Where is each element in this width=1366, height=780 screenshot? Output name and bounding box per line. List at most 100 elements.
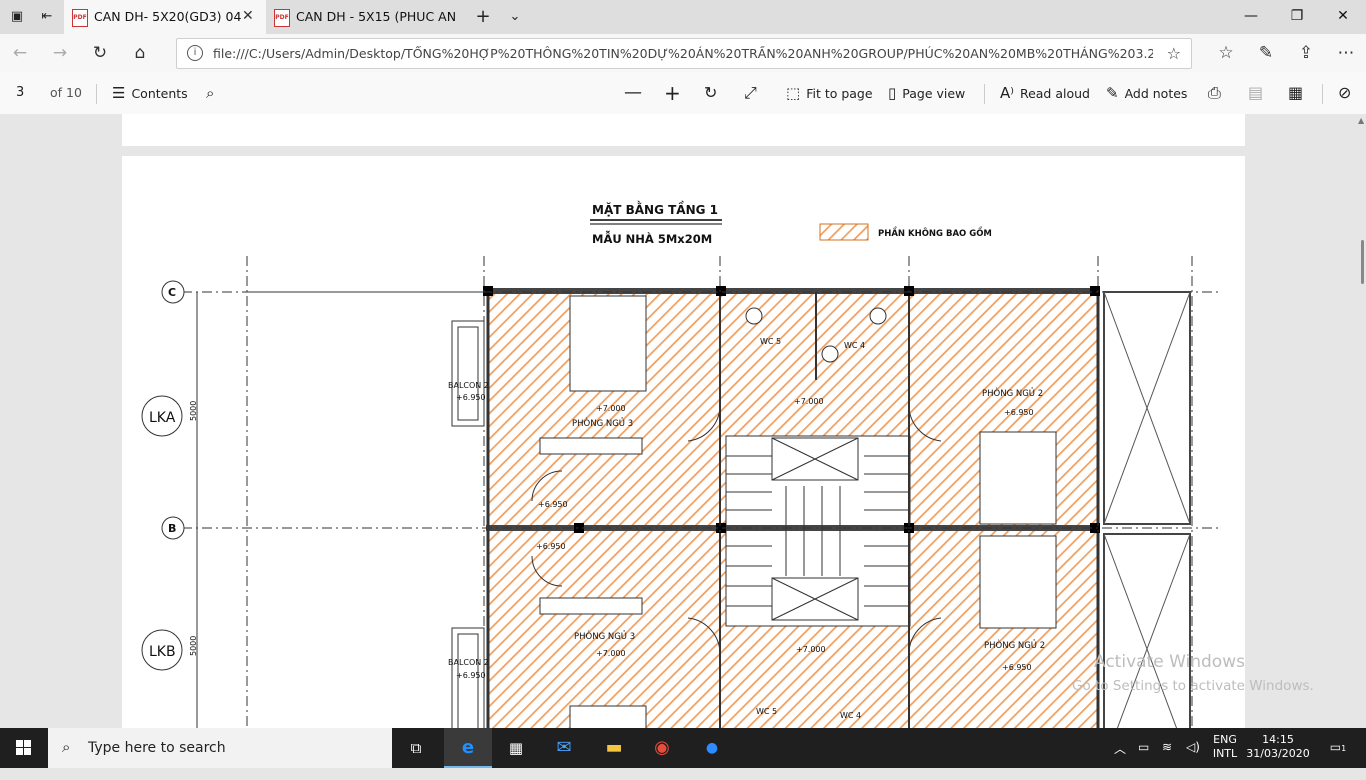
volume-icon[interactable]: ◁) — [1186, 740, 1200, 780]
separator — [984, 84, 985, 104]
notification-icon: ▭ — [1329, 740, 1342, 754]
tray-chevron-icon[interactable]: ︿ — [1114, 740, 1126, 780]
lka-label: LKA — [149, 410, 176, 426]
time-label: 14:15 — [1262, 733, 1294, 746]
drawing-title: MẶT BẰNG TẦNG 1 — [592, 200, 718, 217]
wc4-label-bottom: WC 4 — [840, 711, 861, 720]
contents-label: Contents — [131, 86, 188, 101]
fit-label: Fit to page — [806, 86, 873, 101]
floor-plan-drawing: MẶT BẰNG TẦNG 1 MẪU NHÀ 5Mx20M PHẦN KHÔN… — [141, 200, 1222, 728]
start-button[interactable] — [0, 728, 48, 768]
drawing-subtitle: MẪU NHÀ 5Mx20M — [592, 230, 712, 246]
page-view-label: Page view — [902, 86, 966, 101]
close-window-button[interactable]: ✕ — [1320, 0, 1366, 34]
pen-icon: ✎ — [1106, 84, 1119, 102]
read-aloud-icon: A⁾ — [1000, 84, 1014, 102]
page-view-button[interactable]: ▯ Page view — [888, 80, 965, 106]
address-bar: ← → ↻ ⌂ i file:///C:/Users/Admin/Desktop… — [0, 34, 1366, 72]
axis-c-label: C — [168, 286, 176, 299]
fit-to-page-button[interactable]: ⬚ Fit to page — [786, 80, 873, 106]
add-notes-button[interactable]: ✎ Add notes — [1106, 80, 1187, 106]
read-aloud-button[interactable]: A⁾ Read aloud — [1000, 80, 1090, 106]
contents-button[interactable]: ☰ Contents — [112, 80, 188, 106]
chrome-icon[interactable]: ◉ — [638, 728, 686, 768]
minimize-button[interactable]: — — [1228, 0, 1274, 34]
pin-toolbar-icon[interactable]: ⊘ — [1338, 80, 1351, 106]
close-tab-icon[interactable]: ✕ — [242, 8, 254, 24]
balcony-label-2: BALCON 2 — [448, 658, 489, 667]
dimension-5000-b: 5000 — [189, 636, 198, 656]
level-label-2: +6.950 — [456, 671, 486, 680]
read-aloud-label: Read aloud — [1019, 86, 1090, 101]
level-7000-d: +7.000 — [796, 645, 826, 654]
save-icon[interactable]: ▤ — [1248, 80, 1263, 106]
list-icon: ☰ — [112, 84, 126, 102]
fullscreen-icon[interactable]: ⤢ — [744, 80, 757, 106]
maximize-button[interactable]: ❐ — [1274, 0, 1320, 34]
save-as-icon[interactable]: ▦ — [1288, 80, 1303, 106]
legend-label: PHẦN KHÔNG BAO GỒM — [878, 226, 992, 239]
home-icon[interactable]: ⌂ — [130, 43, 150, 63]
page-icon: ▯ — [888, 84, 897, 102]
edge-icon[interactable]: e — [444, 728, 492, 768]
info-icon[interactable]: i — [187, 45, 203, 61]
balcony-label-1: BALCON 2 — [448, 381, 489, 390]
settings-more-icon[interactable]: ⋯ — [1336, 43, 1356, 63]
level-7000-b: +7.000 — [794, 397, 824, 406]
tab-can-dh-5x20[interactable]: PDF CAN DH- 5X20(GD3) 04 ✕ — [64, 0, 266, 34]
new-tab-icon[interactable]: + — [474, 8, 492, 26]
tab-can-dh-5x15[interactable]: PDF CAN DH - 5X15 (PHUC AN ( — [266, 0, 466, 34]
zoom-in-icon[interactable]: + — [664, 80, 681, 106]
tab-title: CAN DH- 5X20(GD3) 04 — [94, 9, 242, 24]
wc4-label: WC 4 — [844, 341, 865, 350]
favorite-star-icon[interactable]: ☆ — [1167, 44, 1181, 63]
room-label-bedroom-2-bottom: PHÒNG NGỦ 2 — [984, 639, 1045, 651]
separator — [96, 84, 97, 104]
add-notes-label: Add notes — [1124, 86, 1188, 101]
pdf-viewer[interactable]: MẶT BẰNG TẦNG 1 MẪU NHÀ 5Mx20M PHẦN KHÔN… — [0, 114, 1366, 728]
file-explorer-icon[interactable]: ▬ — [590, 728, 638, 768]
search-pdf-icon[interactable]: ⌕ — [206, 80, 220, 106]
taskbar-search-box[interactable]: ⌕ Type here to search — [48, 728, 392, 768]
separator — [1322, 84, 1323, 104]
page-number-input[interactable]: 3 — [6, 80, 40, 106]
language-label: ENG — [1213, 733, 1237, 746]
rotate-icon[interactable]: ↻ — [704, 80, 717, 106]
set-tabs-aside-icon[interactable]: ⇤ — [38, 8, 56, 26]
level-7000-c: +7.000 — [596, 649, 626, 658]
zalo-icon[interactable]: ● — [688, 728, 736, 768]
language-indicator[interactable]: ENG INTL — [1210, 733, 1240, 773]
clock[interactable]: 14:15 31/03/2020 — [1244, 733, 1312, 773]
url-field[interactable]: i file:///C:/Users/Admin/Desktop/TỔNG%20… — [176, 38, 1192, 69]
battery-icon[interactable]: ▭ — [1138, 740, 1149, 780]
mail-icon[interactable]: ✉ — [540, 728, 588, 768]
share-icon[interactable]: ⇪ — [1296, 43, 1316, 63]
zoom-out-icon[interactable]: — — [624, 80, 642, 106]
refresh-icon[interactable]: ↻ — [90, 43, 110, 63]
dimension-5000-a: 5000 — [189, 401, 198, 421]
web-note-icon[interactable]: ✎ — [1256, 43, 1276, 63]
room-label-bedroom-3-bottom: PHÒNG NGỦ 3 — [574, 630, 635, 642]
fit-icon: ⬚ — [786, 84, 801, 102]
search-placeholder: Type here to search — [88, 740, 226, 756]
wc5-label: WC 5 — [760, 337, 781, 346]
back-icon[interactable]: ← — [10, 43, 30, 63]
legend-swatch — [819, 223, 869, 241]
activate-windows-title: Activate Windows — [1094, 652, 1245, 672]
level-6950-a: +6.950 — [1004, 408, 1034, 417]
tab-title: CAN DH - 5X15 (PHUC AN ( — [296, 9, 456, 24]
favorites-icon[interactable]: ☆ — [1216, 43, 1236, 63]
store-icon[interactable]: ▦ — [492, 728, 540, 768]
forward-icon[interactable]: → — [50, 43, 70, 63]
tab-actions-icon[interactable]: ▣ — [8, 8, 26, 26]
notification-center-button[interactable]: ▭1 — [1326, 740, 1350, 780]
previous-page — [122, 114, 1245, 146]
tab-list-chevron-icon[interactable]: ⌄ — [506, 8, 524, 26]
print-icon[interactable]: ⎙ — [1208, 80, 1221, 106]
task-view-icon[interactable]: ⧉ — [392, 728, 440, 768]
vertical-scrollbar[interactable] — [1361, 240, 1364, 284]
room-label-bedroom-3-top: PHÒNG NGỦ 3 — [572, 417, 633, 429]
windows-logo-icon — [16, 740, 31, 755]
wifi-icon[interactable]: ≋ — [1162, 740, 1172, 780]
scroll-up-icon[interactable]: ▲ — [1358, 116, 1364, 125]
